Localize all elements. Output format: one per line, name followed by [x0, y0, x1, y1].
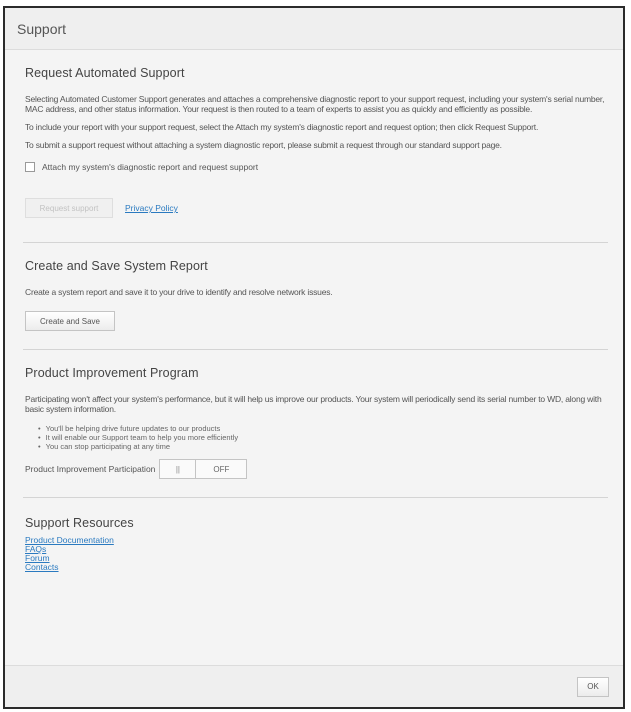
automated-support-title: Request Automated Support [25, 66, 185, 80]
automated-support-instructions: To include your report with your support… [25, 122, 539, 132]
request-support-actions: Request support Privacy Policy [25, 198, 608, 218]
support-resources-section: Support Resources Product Documentation … [20, 498, 608, 572]
dialog-content[interactable]: Request Automated Support Selecting Auto… [5, 50, 623, 665]
system-report-description: Create a system report and save it to yo… [25, 287, 333, 297]
request-support-button[interactable]: Request support [25, 198, 113, 218]
system-report-title: Create and Save System Report [25, 259, 208, 273]
privacy-policy-link[interactable]: Privacy Policy [125, 203, 178, 213]
benefit-item: You'll be helping drive future updates t… [38, 424, 608, 433]
forum-link[interactable]: Forum [25, 554, 608, 563]
improvement-program-section: Product Improvement Program Participatin… [20, 350, 608, 479]
automated-support-description: Selecting Automated Customer Support gen… [25, 94, 605, 114]
dialog-footer: OK [5, 665, 623, 707]
support-dialog: Support Request Automated Support Select… [3, 6, 625, 709]
create-and-save-button[interactable]: Create and Save [25, 311, 115, 331]
participation-label: Product Improvement Participation [25, 464, 156, 474]
improvement-benefits-list: You'll be helping drive future updates t… [38, 424, 608, 451]
benefit-item: You can stop participating at any time [38, 442, 608, 451]
dialog-title: Support [5, 8, 623, 50]
participation-toggle[interactable]: || OFF [159, 459, 248, 479]
attach-report-checkbox[interactable] [25, 162, 35, 172]
toggle-knob[interactable]: || [160, 460, 197, 478]
contacts-link[interactable]: Contacts [25, 563, 608, 572]
faqs-link[interactable]: FAQs [25, 545, 608, 554]
improvement-program-title: Product Improvement Program [25, 366, 199, 380]
automated-support-alternative: To submit a support request without atta… [25, 140, 502, 150]
participation-row: Product Improvement Participation || OFF [25, 459, 608, 479]
system-report-section: Create and Save System Report Create a s… [20, 243, 608, 331]
automated-support-section: Request Automated Support Selecting Auto… [20, 50, 608, 218]
product-documentation-link[interactable]: Product Documentation [25, 536, 608, 545]
system-report-actions: Create and Save [25, 311, 608, 331]
attach-report-option[interactable]: Attach my system's diagnostic report and… [25, 162, 608, 172]
toggle-state-label: OFF [213, 464, 230, 474]
benefit-item: It will enable our Support team to help … [38, 433, 608, 442]
ok-button[interactable]: OK [577, 676, 609, 697]
support-resource-links: Product Documentation FAQs Forum Contact… [25, 536, 608, 572]
improvement-program-description: Participating won't affect your system's… [25, 394, 602, 414]
support-resources-title: Support Resources [25, 516, 134, 530]
attach-report-label: Attach my system's diagnostic report and… [42, 162, 259, 172]
